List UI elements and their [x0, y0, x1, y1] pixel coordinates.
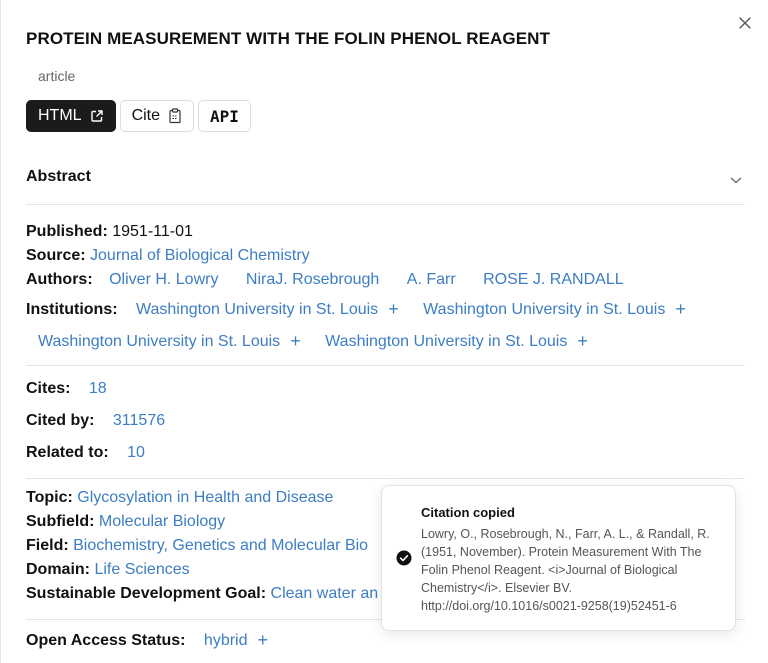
source-row: Source: Journal of Biological Chemistry [26, 247, 310, 265]
institution-link[interactable]: Washington University in St. Louis [38, 333, 280, 350]
published-value: 1951-11-01 [112, 223, 193, 240]
institutions-label: Institutions: [26, 301, 118, 318]
html-button-label: HTML [38, 107, 82, 124]
toast-message: Lowry, O., Rosebrough, N., Farr, A. L., … [421, 527, 710, 613]
plus-icon[interactable]: + [388, 299, 399, 320]
cites-label: Cites: [26, 380, 71, 397]
sdg-label: Sustainable Development Goal: [26, 585, 267, 602]
close-icon[interactable] [736, 14, 754, 32]
plus-icon[interactable]: + [577, 331, 588, 352]
divider [26, 365, 745, 366]
oa-status-link[interactable]: hybrid [204, 632, 248, 649]
topic-label: Topic: [26, 489, 73, 506]
abstract-label: Abstract [26, 168, 91, 185]
cite-button[interactable]: Cite [119, 100, 195, 132]
author-link[interactable]: NiraJ. Rosebrough [246, 271, 379, 288]
related-to-label: Related to: [26, 444, 109, 461]
html-button[interactable]: HTML [26, 100, 116, 132]
divider [26, 478, 745, 479]
source-label: Source: [26, 247, 86, 264]
topic-link[interactable]: Glycosylation in Health and Disease [77, 489, 333, 506]
clipboard-icon [168, 108, 182, 124]
oa-status-row: Open Access Status: hybrid + [26, 630, 268, 651]
plus-icon[interactable]: + [290, 331, 301, 352]
institution-link[interactable]: Washington University in St. Louis [136, 301, 378, 318]
domain-link[interactable]: Life Sciences [94, 561, 189, 578]
cites-link[interactable]: 18 [89, 380, 107, 397]
toast-title: Citation copied [421, 505, 515, 520]
subfield-link[interactable]: Molecular Biology [99, 513, 225, 530]
sdg-link[interactable]: Clean water an [271, 585, 379, 602]
external-link-icon [90, 109, 104, 123]
author-link[interactable]: Oliver H. Lowry [109, 271, 218, 288]
institutions-row: Institutions: Washington University in S… [26, 299, 686, 320]
field-row: Field: Biochemistry, Genetics and Molecu… [26, 537, 368, 555]
institutions-row-2: Washington University in St. Louis + Wash… [38, 331, 588, 352]
subfield-row: Subfield: Molecular Biology [26, 513, 225, 531]
plus-icon[interactable]: + [675, 299, 686, 320]
field-link[interactable]: Biochemistry, Genetics and Molecular Bio [73, 537, 368, 554]
work-type: article [38, 68, 76, 84]
author-link[interactable]: A. Farr [407, 271, 456, 288]
page-title: PROTEIN MEASUREMENT WITH THE FOLIN PHENO… [26, 29, 551, 48]
related-to-row: Related to: 10 [26, 444, 145, 462]
cited-by-label: Cited by: [26, 412, 95, 429]
action-buttons: HTML Cite API [26, 100, 251, 132]
field-label: Field: [26, 537, 69, 554]
api-button[interactable]: API [198, 100, 251, 132]
domain-row: Domain: Life Sciences [26, 561, 190, 579]
topic-row: Topic: Glycosylation in Health and Disea… [26, 489, 333, 507]
author-link[interactable]: ROSE J. RANDALL [483, 271, 623, 288]
plus-icon[interactable]: + [258, 630, 269, 651]
chevron-down-icon [729, 172, 743, 190]
related-to-link[interactable]: 10 [127, 444, 145, 461]
citation-copied-toast[interactable]: Citation copied Lowry, O., Rosebrough, N… [381, 485, 736, 631]
authors-row: Authors: Oliver H. Lowry NiraJ. Rosebrou… [26, 271, 624, 289]
cited-by-row: Cited by: 311576 [26, 412, 165, 430]
institution-link[interactable]: Washington University in St. Louis [423, 301, 665, 318]
cite-button-label: Cite [131, 107, 161, 124]
source-link[interactable]: Journal of Biological Chemistry [90, 247, 310, 264]
check-circle-icon [396, 550, 412, 571]
domain-label: Domain: [26, 561, 90, 578]
work-detail-panel: PROTEIN MEASUREMENT WITH THE FOLIN PHENO… [0, 0, 768, 663]
cites-row: Cites: 18 [26, 380, 107, 398]
institution-link[interactable]: Washington University in St. Louis [325, 333, 567, 350]
published-label: Published: [26, 223, 108, 240]
sdg-row: Sustainable Development Goal: Clean wate… [26, 585, 378, 603]
oa-status-label: Open Access Status: [26, 632, 186, 649]
abstract-accordion[interactable]: Abstract [26, 160, 745, 205]
cited-by-link[interactable]: 311576 [113, 412, 165, 429]
authors-label: Authors: [26, 271, 93, 288]
published-row: Published: 1951-11-01 [26, 223, 193, 241]
subfield-label: Subfield: [26, 513, 95, 530]
